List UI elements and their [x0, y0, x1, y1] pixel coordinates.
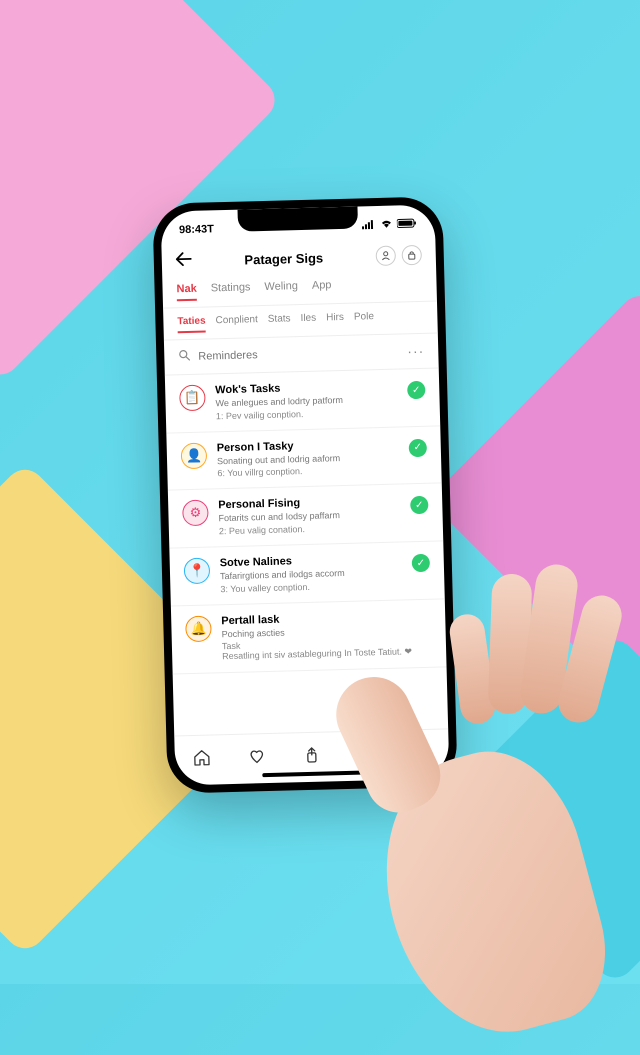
subtab-taties[interactable]: Taties	[177, 316, 206, 334]
list-item[interactable]: 📍 Sotve Nalines Tafarirgtions and ilodgs…	[169, 541, 444, 606]
signal-icon	[362, 219, 376, 232]
list-item[interactable]: 🔔 Pertall lask Poching ascties Task Resa…	[171, 599, 447, 675]
subtab-hirs[interactable]: Hirs	[326, 312, 344, 329]
profile-icon[interactable]	[411, 741, 432, 762]
task-list: 📋 Wok's Tasks We anlegues and lodrty pat…	[165, 368, 448, 735]
note-icon: 📋	[179, 385, 206, 412]
check-icon: ✓	[407, 381, 425, 399]
tab-statings[interactable]: Statings	[211, 281, 251, 300]
gear-icon: ⚙	[182, 500, 209, 527]
subtab-conplient[interactable]: Conplient	[215, 314, 258, 332]
notch	[238, 207, 359, 232]
check-icon: ✓	[412, 554, 430, 572]
heart-icon[interactable]	[247, 746, 268, 767]
chat-icon[interactable]	[356, 743, 377, 764]
subtab-stats[interactable]: Stats	[268, 313, 291, 331]
bottom-nav	[174, 728, 449, 785]
battery-icon	[397, 217, 417, 231]
pin-icon: 📍	[184, 558, 211, 585]
home-icon[interactable]	[192, 747, 213, 768]
share-icon[interactable]	[302, 744, 323, 765]
list-item[interactable]: 👤 Person I Tasky Sonating out and lodrig…	[166, 426, 441, 491]
account-icon[interactable]	[376, 246, 397, 267]
tab-nak[interactable]: Nak	[176, 283, 197, 302]
search-input[interactable]	[198, 345, 399, 362]
more-icon[interactable]: ···	[407, 343, 424, 359]
search-icon	[178, 348, 190, 366]
check-icon: ✓	[410, 496, 428, 514]
phone-frame: 98:43T Patager Sigs	[152, 196, 457, 793]
person-icon: 👤	[181, 442, 208, 469]
tab-weling[interactable]: Weling	[264, 280, 298, 299]
item-sub: Task Resatling int siv astableguring In …	[222, 636, 432, 662]
list-item[interactable]: 📋 Wok's Tasks We anlegues and lodrty pat…	[165, 368, 440, 433]
list-item[interactable]: ⚙ Personal Fising Fotarits cun and Iodsy…	[168, 484, 443, 549]
status-icons	[362, 217, 417, 231]
page-title: Patager Sigs	[192, 249, 376, 269]
screen: 98:43T Patager Sigs	[161, 205, 450, 786]
tab-app[interactable]: App	[312, 279, 332, 298]
check-icon: ✓	[409, 438, 427, 456]
subtab-iles[interactable]: Iles	[300, 313, 316, 330]
status-time: 98:43T	[179, 223, 214, 236]
lock-icon[interactable]	[401, 245, 422, 266]
wifi-icon	[380, 218, 393, 231]
subtab-pole[interactable]: Pole	[354, 311, 374, 329]
back-button[interactable]	[176, 251, 192, 270]
bell-icon: 🔔	[185, 615, 212, 642]
